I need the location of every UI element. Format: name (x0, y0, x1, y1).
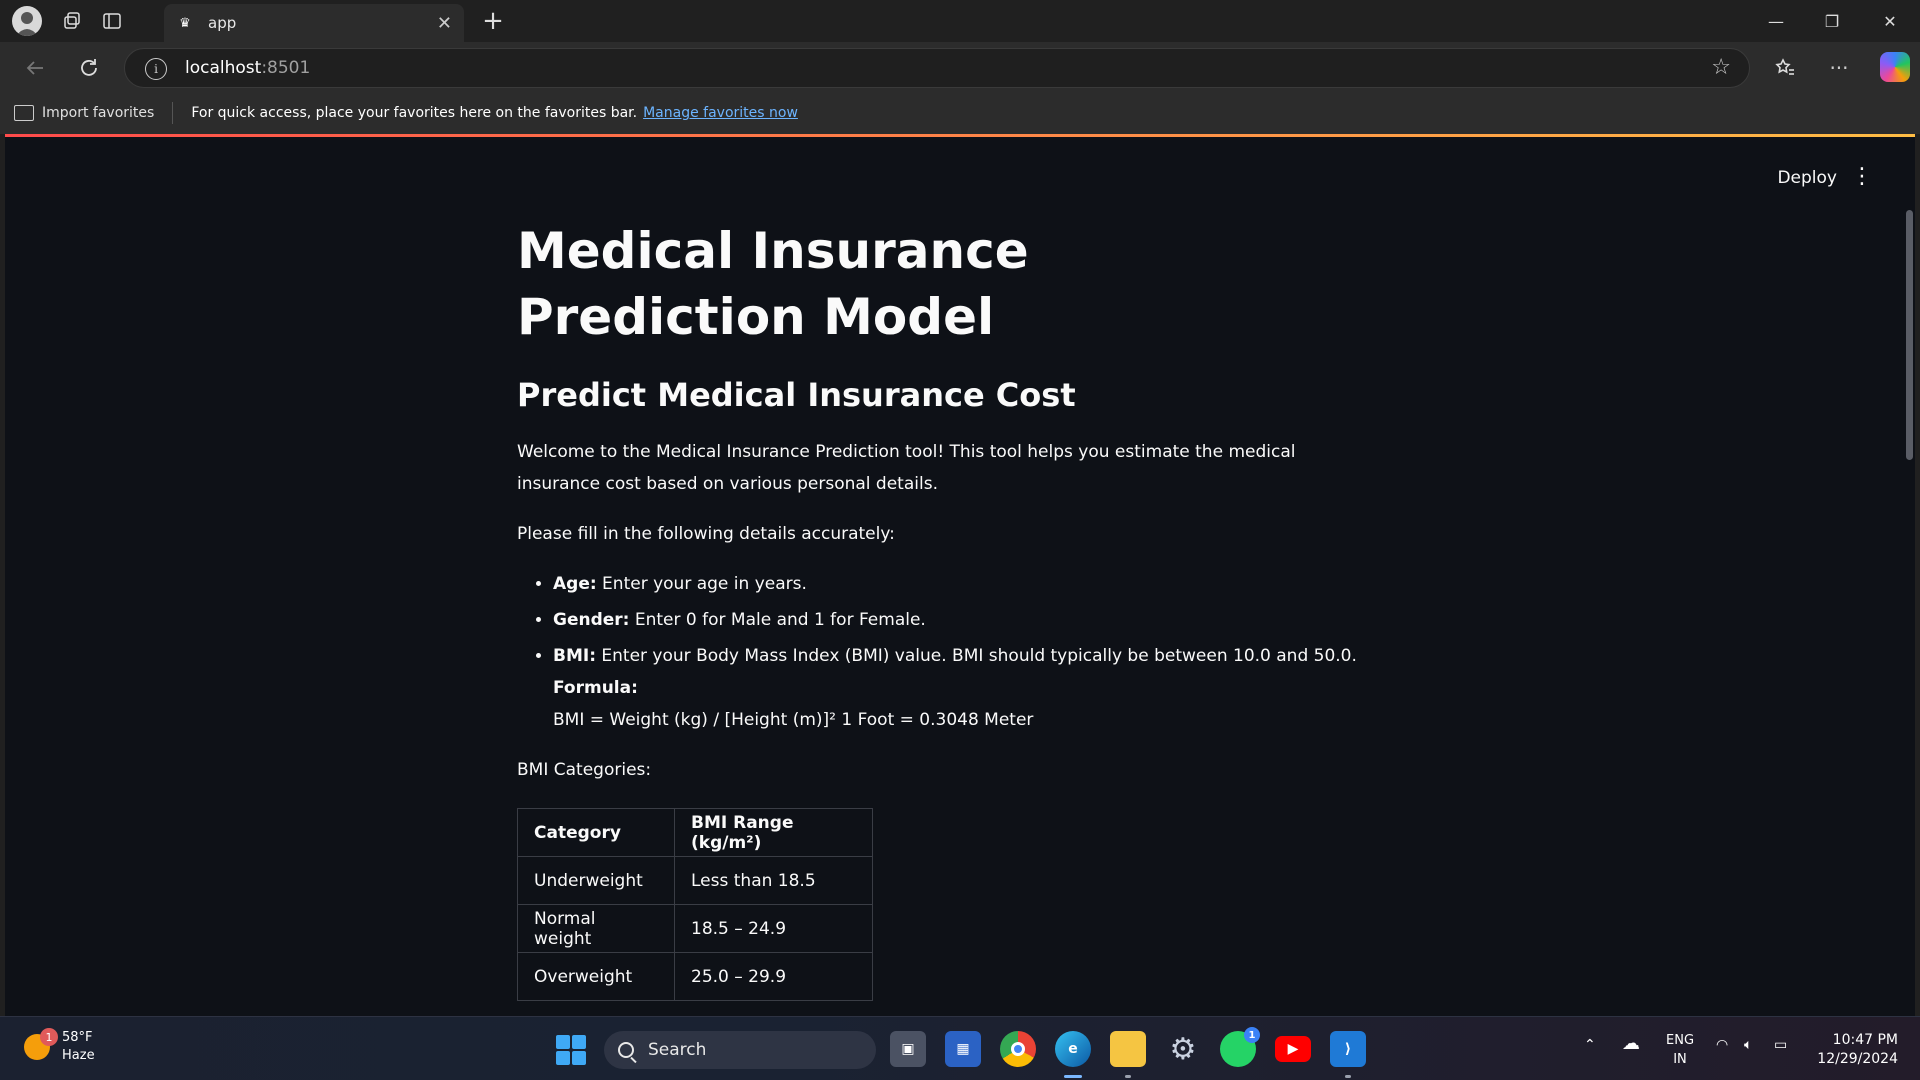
battery-icon[interactable]: ▭ (1774, 1037, 1787, 1053)
bmi-categories-label: BMI Categories: (517, 760, 652, 780)
table-row: Underweight Less than 18.5 (517, 856, 873, 905)
weather-badge: 1 (40, 1028, 58, 1046)
back-arrow-icon[interactable] (20, 53, 50, 83)
wifi-icon[interactable]: ◠ (1716, 1037, 1728, 1053)
temperature-text: 58°F (62, 1030, 93, 1045)
settings-gear-icon[interactable]: ⚙ (1165, 1031, 1201, 1067)
favorites-icon[interactable] (1770, 53, 1800, 83)
file-explorer-icon[interactable] (1110, 1031, 1146, 1067)
refresh-icon[interactable] (74, 53, 104, 83)
microsoft-store-icon[interactable]: ▦ (945, 1031, 981, 1067)
table-cell: Less than 18.5 (674, 856, 873, 905)
copilot-icon[interactable] (1880, 52, 1910, 82)
site-info-icon[interactable]: i (145, 58, 167, 80)
page-scrollbar[interactable] (1906, 210, 1913, 460)
vscode-icon[interactable]: ⟩ (1330, 1031, 1366, 1067)
favorite-star-icon[interactable]: ☆ (1711, 55, 1731, 80)
table-cell: Overweight (517, 952, 675, 1001)
edge-active-indicator (1064, 1075, 1082, 1078)
table-header-cell: BMI Range (kg/m²) (674, 808, 873, 857)
table-header-cell: Category (517, 808, 675, 857)
favorites-bar: Import favorites For quick access, place… (0, 92, 1920, 134)
close-tab-icon[interactable]: ✕ (437, 13, 452, 34)
tab-title: app (208, 14, 237, 32)
table-header-row: Category BMI Range (kg/m²) (517, 808, 873, 857)
whatsapp-icon[interactable]: 1 (1220, 1027, 1260, 1067)
file-explorer-running-indicator (1125, 1075, 1131, 1078)
table-cell: 18.5 – 24.9 (674, 904, 873, 953)
edge-icon[interactable]: e (1055, 1031, 1091, 1067)
weather-condition-text: Haze (62, 1048, 95, 1063)
restore-icon[interactable]: ❐ (1804, 0, 1860, 42)
table-cell: Underweight (517, 856, 675, 905)
tab-actions-icon[interactable] (92, 3, 132, 39)
manage-favorites-link[interactable]: Manage favorites now (643, 105, 798, 121)
clock-time: 10:47 PM (1832, 1032, 1898, 1048)
url-text: localhost:8501 (185, 58, 311, 78)
show-hidden-icons-chevron-icon[interactable]: ⌃ (1584, 1037, 1596, 1053)
minimize-icon[interactable]: — (1748, 0, 1804, 42)
windows-start-icon[interactable] (556, 1035, 586, 1065)
formula-label: Formula: (553, 678, 638, 698)
list-item-gender: Gender: Enter 0 for Male and 1 for Femal… (553, 604, 1377, 636)
streamlit-decoration-bar (5, 134, 1915, 137)
whatsapp-badge: 1 (1244, 1027, 1260, 1043)
taskbar-search-box[interactable]: Search (604, 1031, 876, 1069)
search-placeholder: Search (648, 1040, 707, 1060)
intro-paragraph: Welcome to the Medical Insurance Predict… (517, 442, 1296, 494)
import-folder-icon (14, 105, 34, 121)
language-indicator[interactable]: ENG IN (1666, 1031, 1694, 1069)
profile-avatar-icon[interactable] (12, 6, 42, 36)
favorites-message: For quick access, place your favorites h… (191, 105, 638, 121)
table-cell: 25.0 – 29.9 (674, 952, 873, 1001)
window-close-icon[interactable]: ✕ (1862, 0, 1918, 42)
list-item-bmi: BMI: Enter your Body Mass Index (BMI) va… (553, 640, 1377, 736)
import-favorites-button[interactable]: Import favorites (14, 105, 154, 121)
volume-icon[interactable]: 🔈︎ (1744, 1037, 1752, 1053)
onedrive-cloud-icon[interactable]: ☁ (1622, 1033, 1640, 1054)
page-title: Medical Insurance Prediction Model (517, 222, 1029, 346)
instructions-text: Please fill in the following details acc… (517, 524, 895, 544)
deploy-button[interactable]: Deploy (1777, 168, 1837, 188)
list-item-age: Age: Enter your age in years. (553, 568, 1377, 600)
main-content: Medical Insurance Prediction Model Predi… (517, 218, 1377, 1001)
new-tab-plus-icon[interactable]: + (478, 6, 508, 36)
workspaces-icon[interactable] (52, 3, 92, 39)
taskbar-clock[interactable]: 10:47 PM 12/29/2024 (1817, 1031, 1898, 1069)
page-subtitle: Predict Medical Insurance Cost (517, 376, 1076, 414)
table-cell: Normal weight (517, 904, 675, 953)
table-row: Overweight 25.0 – 29.9 (517, 952, 873, 1001)
task-view-icon[interactable]: ▣ (890, 1031, 926, 1067)
favorites-divider (172, 102, 174, 124)
more-menu-icon[interactable]: ··· (1824, 53, 1854, 83)
chrome-icon[interactable] (1000, 1031, 1036, 1067)
address-bar[interactable]: i localhost:8501 ☆ (124, 48, 1750, 88)
formula-text: BMI = Weight (kg) / [Height (m)]² 1 Foot… (553, 710, 1034, 730)
haze-weather-icon: 1 (24, 1028, 58, 1060)
windows-taskbar: 1 58°F Haze Search ▣ ▦ e ⚙ 1 ▶ ⟩ ⌃ ☁ ENG… (0, 1016, 1920, 1080)
browser-tab-app[interactable]: ♛ app ✕ (164, 4, 464, 42)
main-menu-kebab-icon[interactable]: ⋮ (1851, 166, 1873, 188)
search-icon (618, 1042, 634, 1058)
table-row: Normal weight 18.5 – 24.9 (517, 904, 873, 953)
field-instructions-list: Age: Enter your age in years. Gender: En… (517, 568, 1377, 736)
streamlit-crown-icon: ♛ (179, 15, 191, 31)
clock-date: 12/29/2024 (1817, 1051, 1898, 1067)
bmi-categories-table: Category BMI Range (kg/m²) Underweight L… (517, 808, 873, 1001)
youtube-icon[interactable]: ▶ (1275, 1036, 1311, 1062)
weather-widget[interactable]: 1 58°F Haze (24, 1028, 95, 1065)
page-viewport: Deploy ⋮ Medical Insurance Prediction Mo… (5, 134, 1915, 1016)
vscode-running-indicator (1345, 1075, 1351, 1078)
